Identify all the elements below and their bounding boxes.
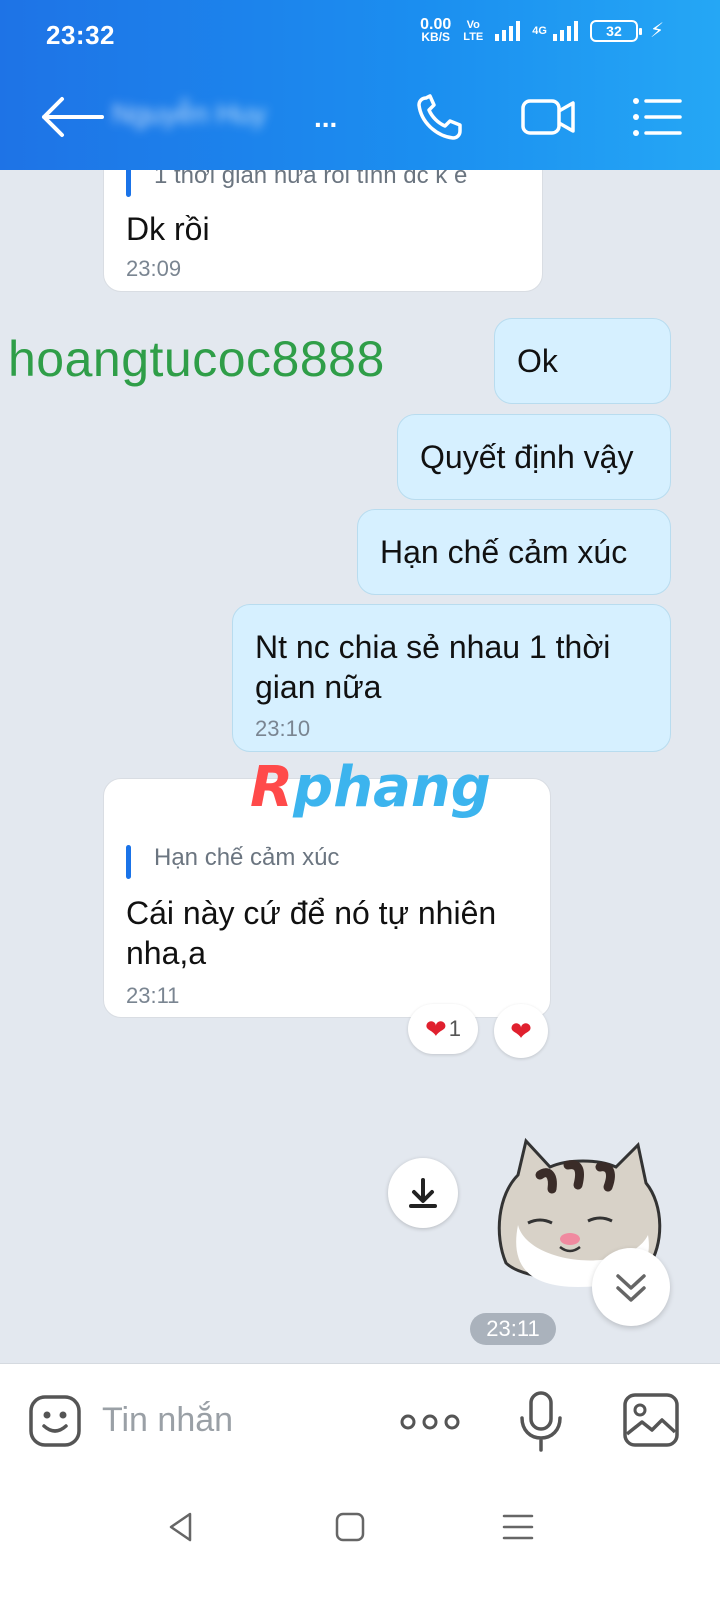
system-nav-bar: [0, 1473, 720, 1600]
message-text: Hạn chế cảm xúc: [380, 534, 628, 570]
nav-back-icon: [169, 1512, 192, 1542]
image-icon: [623, 1393, 679, 1447]
download-icon: [409, 1178, 437, 1208]
nav-recents-icon: [502, 1514, 534, 1540]
microphone-icon: [520, 1391, 562, 1452]
heart-icon: ❤: [424, 1013, 447, 1044]
message-text: Nt nc chia sẻ nhau 1 thời gian nữa: [255, 629, 611, 705]
watermark-username: hoangtucoc8888: [8, 331, 385, 387]
message-bubble-outgoing[interactable]: Hạn chế cảm xúc: [357, 509, 671, 595]
message-bubble-incoming[interactable]: 1 thời gian nữa rồi tính dc k e Dk rồi 2…: [103, 170, 543, 292]
react-button[interactable]: ❤: [494, 1004, 548, 1058]
more-options-button[interactable]: [398, 1404, 462, 1440]
nav-home-button[interactable]: [330, 1507, 370, 1547]
options-menu-button[interactable]: [630, 92, 686, 142]
message-bubble-outgoing[interactable]: Ok: [494, 318, 671, 404]
status-bar: 23:32 0.00 KB/S Vo LTE 4G 32 ⚡: [0, 0, 720, 64]
network-type: 4G: [532, 24, 547, 37]
app-bar: Nguyễn Huy ...: [0, 64, 720, 170]
voice-message-button[interactable]: [516, 1390, 566, 1452]
more-dots-icon: [400, 1414, 460, 1430]
signal-icon-2: [552, 20, 578, 41]
volte-indicator: Vo LTE: [463, 18, 484, 43]
message-text: Cái này cứ để nó tự nhiên nha,a: [126, 895, 497, 971]
message-text: Quyết định vậy: [420, 439, 634, 475]
emoji-button[interactable]: [28, 1394, 82, 1448]
reaction-count: 1: [448, 1016, 462, 1041]
message-text: Dk rồi: [126, 211, 210, 247]
charging-icon: ⚡: [649, 20, 664, 42]
chat-area[interactable]: 1 thời gian nữa rồi tính dc k e Dk rồi 2…: [0, 170, 720, 1390]
reaction-summary[interactable]: ❤ 1: [408, 1004, 478, 1054]
sticker-time: 23:11: [470, 1313, 556, 1345]
message-time: 23:10: [255, 716, 311, 741]
battery-icon: 32: [589, 19, 642, 42]
video-call-button[interactable]: [520, 92, 576, 142]
message-bubble-outgoing[interactable]: Quyết định vậy: [397, 414, 671, 500]
watermark-logo: Rphang: [250, 755, 491, 820]
network-speed: 0.00 KB/S: [420, 15, 452, 44]
emoji-icon: [29, 1395, 81, 1447]
back-arrow-icon: [42, 97, 104, 137]
scroll-to-bottom-button[interactable]: [592, 1248, 670, 1326]
message-bubble-outgoing[interactable]: Nt nc chia sẻ nhau 1 thời gian nữa 23:10: [232, 604, 671, 752]
message-text: Ok: [517, 343, 558, 379]
heart-icon: ❤: [510, 1015, 532, 1046]
video-call-icon: [521, 99, 575, 135]
download-sticker-button[interactable]: [388, 1158, 458, 1228]
message-composer: [0, 1363, 720, 1473]
message-time: 23:11: [126, 983, 180, 1008]
chevron-double-down-icon: [616, 1274, 646, 1302]
status-indicators: 0.00 KB/S Vo LTE 4G 32 ⚡: [420, 15, 664, 44]
quoted-message[interactable]: 1 thời gian nữa rồi tính dc k e: [126, 170, 467, 197]
send-image-button[interactable]: [622, 1392, 680, 1448]
nav-recents-button[interactable]: [498, 1507, 538, 1547]
message-time: 23:09: [126, 256, 182, 281]
top-bar: 23:32 0.00 KB/S Vo LTE 4G 32 ⚡ Nguyễn Hu…: [0, 0, 720, 170]
back-button[interactable]: [36, 92, 106, 142]
menu-list-icon: [633, 98, 682, 136]
signal-icon: [495, 20, 521, 41]
nav-back-button[interactable]: [162, 1507, 202, 1547]
voice-call-button[interactable]: [412, 92, 468, 142]
quoted-message[interactable]: Hạn chế cảm xúc: [126, 843, 339, 879]
message-input[interactable]: [102, 1392, 372, 1448]
phone-icon: [417, 94, 462, 140]
contact-name-ellipsis: ...: [314, 102, 338, 133]
nav-home-icon: [335, 1512, 365, 1542]
status-time: 23:32: [46, 20, 115, 50]
